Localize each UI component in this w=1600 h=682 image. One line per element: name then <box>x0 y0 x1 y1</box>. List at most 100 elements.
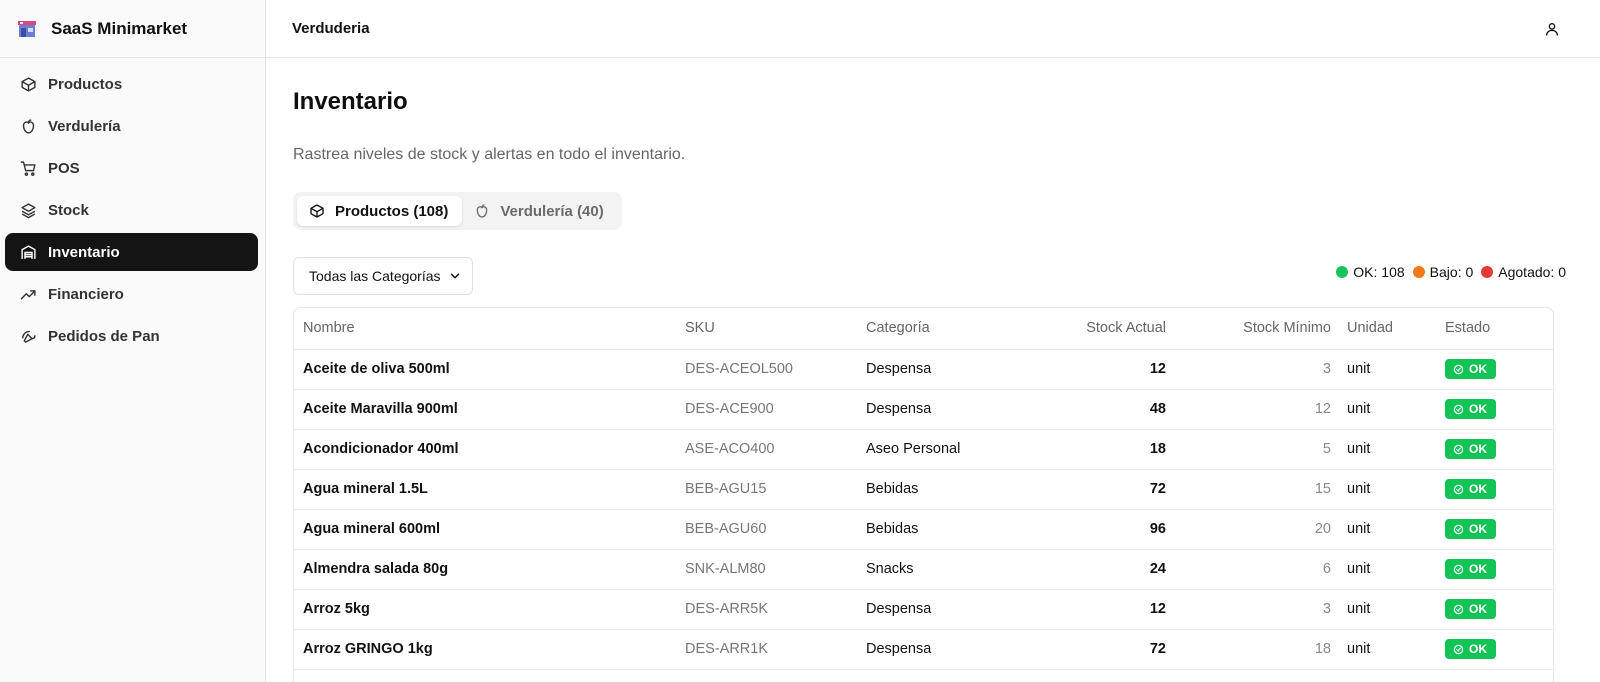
sidebar-item-verduleria[interactable]: Verdulería <box>5 107 258 145</box>
status-badge: OK <box>1445 639 1496 659</box>
table-row[interactable]: Arroz 5kg DES-ARR5K Despensa 12 3 unit OK <box>294 589 1553 630</box>
cell-unit: unit <box>1331 549 1431 590</box>
column-header-sku[interactable]: SKU <box>685 308 866 350</box>
cell-sku: DES-ACEOL500 <box>685 349 866 390</box>
cell-sku: SNK-ALM80 <box>685 549 866 590</box>
main-content: Inventario Rastrea niveles de stock y al… <box>266 58 1600 682</box>
sidebar-item-pos[interactable]: POS <box>5 149 258 187</box>
status-badge-label: OK <box>1469 562 1487 576</box>
table-row[interactable]: Agua mineral 1.5L BEB-AGU15 Bebidas 72 15 uni… <box>294 469 1553 510</box>
cell-status: OK <box>1431 389 1553 430</box>
status-badge: OK <box>1445 599 1496 619</box>
status-dot-out <box>1481 266 1494 278</box>
cell-min: 6 <box>1166 549 1331 590</box>
cell-status: OK <box>1431 629 1553 670</box>
column-header-min[interactable]: Stock Mínimo <box>1166 308 1331 350</box>
sidebar-item-label: Pedidos de Pan <box>48 327 160 345</box>
box-icon <box>309 202 327 220</box>
table-header-row: Nombre SKU Categoría Stock Actual Stock … <box>294 308 1553 350</box>
cell-unit: unit <box>1331 469 1431 510</box>
sidebar-item-financiero[interactable]: Financiero <box>5 275 258 313</box>
user-icon <box>1546 22 1558 36</box>
cell-category: Despensa <box>866 629 1021 670</box>
sidebar-item-label: POS <box>48 159 80 177</box>
cell-name: Agua mineral 1.5L <box>294 469 685 510</box>
sidebar-item-inventario[interactable]: Inventario <box>5 233 258 271</box>
status-badge: OK <box>1445 559 1496 579</box>
cell-name: Arroz 5kg <box>294 589 685 630</box>
cell-status: OK <box>1431 469 1553 510</box>
sidebar-item-label: Inventario <box>48 243 120 261</box>
sidebar-item-label: Financiero <box>48 285 124 303</box>
check-circle-icon <box>1453 364 1464 374</box>
tab-verduleria[interactable]: Verdulería (40) <box>462 196 617 226</box>
cell-min: 20 <box>1166 509 1331 550</box>
status-badge-label: OK <box>1469 482 1487 496</box>
sidebar-item-productos[interactable]: Productos <box>5 65 258 103</box>
user-menu-button[interactable] <box>1542 19 1562 39</box>
page-subtitle: Rastrea niveles de stock y alertas en to… <box>293 146 686 163</box>
table-row[interactable]: Agua mineral 600ml BEB-AGU60 Bebidas 96 20 un… <box>294 509 1553 550</box>
check-circle-icon <box>1453 564 1464 574</box>
cell-stock: 12 <box>1021 589 1166 630</box>
chevron-down-icon <box>450 273 460 279</box>
cell-sku: DES-ARR1K <box>685 629 866 670</box>
sidebar-item-stock[interactable]: Stock <box>5 191 258 229</box>
cell-name: Acondicionador 400ml <box>294 429 685 470</box>
sidebar-item-pedidos-de-pan[interactable]: Pedidos de Pan <box>5 317 258 355</box>
warehouse-icon <box>19 243 37 261</box>
store-name: Verduderia <box>292 20 370 37</box>
croissant-icon <box>19 327 37 345</box>
check-circle-icon <box>1453 484 1464 494</box>
status-badge: OK <box>1445 439 1496 459</box>
cell-name: Almendra salada 80g <box>294 549 685 590</box>
apple-icon <box>474 202 492 220</box>
cell-min: 5 <box>1166 429 1331 470</box>
cart-icon <box>19 159 37 177</box>
cell-category: Bebidas <box>866 509 1021 550</box>
cell-min: 18 <box>1166 629 1331 670</box>
column-header-name[interactable]: Nombre <box>294 308 685 350</box>
store-logo-icon <box>18 20 36 37</box>
status-badge-label: OK <box>1469 402 1487 416</box>
cell-min: 12 <box>1166 389 1331 430</box>
category-select[interactable]: Todas las Categorías <box>293 257 473 295</box>
legend-out: Agotado: 0 <box>1481 264 1566 280</box>
cell-sku: ASE-ACO400 <box>685 429 866 470</box>
inventory-table: Nombre SKU Categoría Stock Actual Stock … <box>294 308 1553 670</box>
table-row[interactable]: Acondicionador 400ml ASE-ACO400 Aseo Perso… <box>294 429 1553 470</box>
sidebar: SaaS Minimarket Productos Verdulería POS… <box>0 0 266 682</box>
cell-min: 3 <box>1166 589 1331 630</box>
cell-status: OK <box>1431 349 1553 390</box>
status-badge: OK <box>1445 519 1496 539</box>
cell-stock: 72 <box>1021 629 1166 670</box>
column-header-status[interactable]: Estado <box>1431 308 1553 350</box>
stock-status-legend: OK: 108 Bajo: 0 Agotado: 0 <box>1328 264 1566 280</box>
cell-sku: BEB-AGU15 <box>685 469 866 510</box>
trending-up-icon <box>19 285 37 303</box>
cell-min: 3 <box>1166 349 1331 390</box>
table-row[interactable]: Aceite Maravilla 900ml DES-ACE900 Despensa… <box>294 389 1553 430</box>
check-circle-icon <box>1453 644 1464 654</box>
table-row[interactable]: Aceite de oliva 500ml DES-ACEOL500 Despens… <box>294 349 1553 390</box>
tab-productos[interactable]: Productos (108) <box>297 196 463 226</box>
column-header-unit[interactable]: Unidad <box>1331 308 1431 350</box>
tab-label: Verdulería (40) <box>500 202 604 220</box>
cell-status: OK <box>1431 429 1553 470</box>
cell-stock: 18 <box>1021 429 1166 470</box>
sidebar-item-label: Productos <box>48 75 123 93</box>
column-header-stock[interactable]: Stock Actual <box>1021 308 1166 350</box>
column-header-category[interactable]: Categoría <box>866 308 1021 350</box>
check-circle-icon <box>1453 524 1464 534</box>
cell-name: Aceite de oliva 500ml <box>294 349 685 390</box>
status-badge-label: OK <box>1469 522 1487 536</box>
brand[interactable]: SaaS Minimarket <box>0 0 265 58</box>
legend-low-text: Bajo: 0 <box>1429 264 1474 280</box>
status-badge-label: OK <box>1469 442 1487 456</box>
cell-category: Despensa <box>866 589 1021 630</box>
cell-unit: unit <box>1331 429 1431 470</box>
status-badge: OK <box>1445 359 1496 379</box>
table-row[interactable]: Almendra salada 80g SNK-ALM80 Snacks 24 6 uni… <box>294 549 1553 590</box>
table-row[interactable]: Arroz GRINGO 1kg DES-ARR1K Despensa 72 18 uni… <box>294 629 1553 670</box>
check-circle-icon <box>1453 404 1464 414</box>
